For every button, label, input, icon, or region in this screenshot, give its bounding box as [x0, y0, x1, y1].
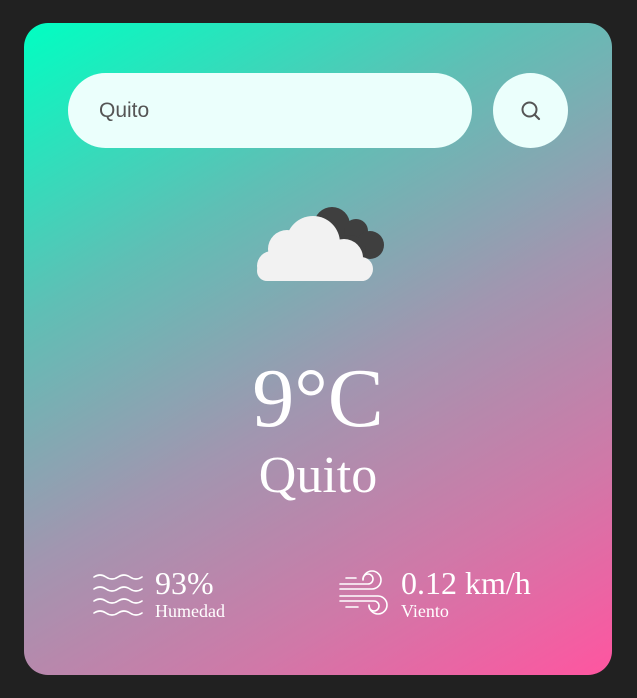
humidity-label: Humedad: [155, 601, 225, 621]
cloudy-icon: [257, 207, 384, 281]
search-button[interactable]: [493, 73, 568, 148]
wind-label: Viento: [401, 601, 449, 621]
humidity-waves-icon: [93, 574, 143, 616]
humidity-value: 93%: [155, 565, 214, 601]
wind-icon: [339, 570, 388, 615]
search-input[interactable]: [68, 73, 472, 148]
wind-value: 0.12 km/h: [401, 565, 531, 601]
city-name: Quito: [258, 447, 378, 504]
search-icon: [521, 101, 540, 120]
wind-detail: 0.12 km/h Viento: [338, 566, 531, 622]
weather-card: 9°C Quito 93% Humedad: [24, 23, 612, 675]
humidity-detail: 93% Humedad: [92, 566, 225, 622]
temperature: 9°C: [252, 352, 384, 445]
